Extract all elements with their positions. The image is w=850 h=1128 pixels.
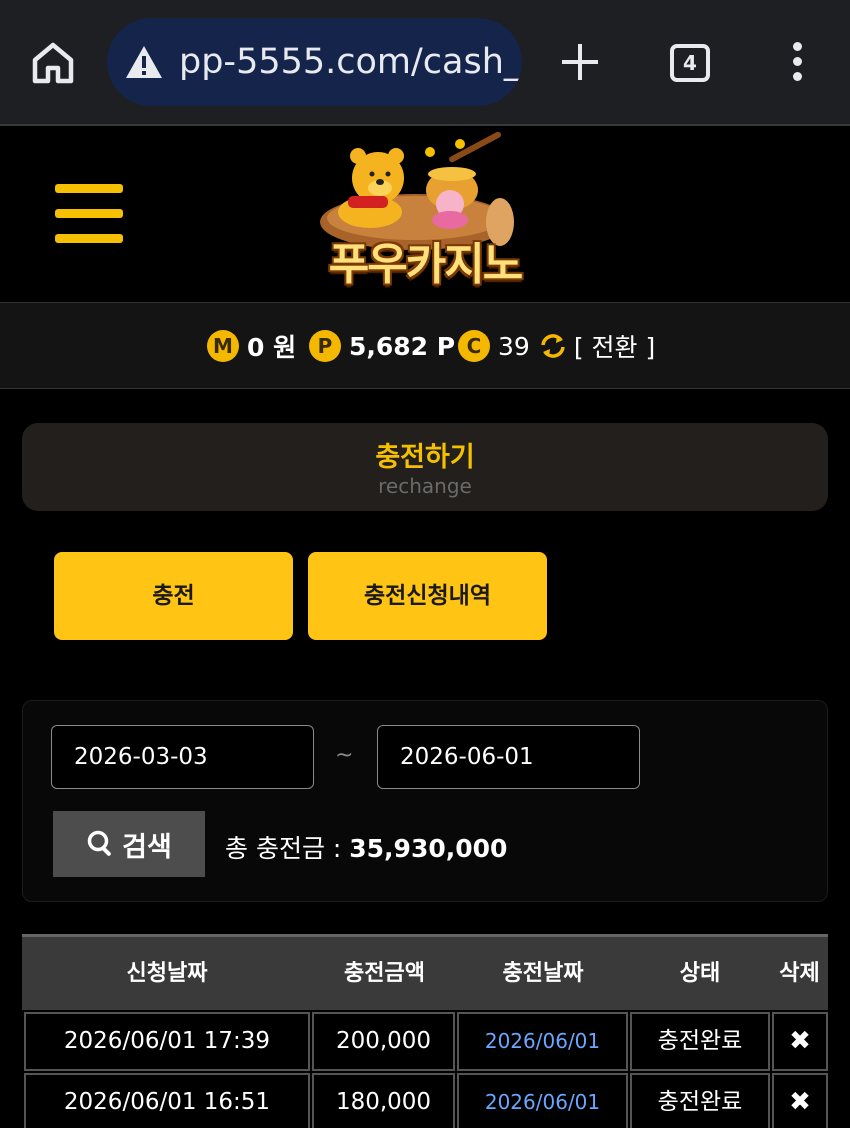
status-cell: 충전완료 [630, 1012, 770, 1071]
more-menu-icon[interactable] [788, 42, 806, 84]
request-date-cell: 2026/06/01 17:39 [24, 1012, 310, 1071]
total-charge-value: 35,930,000 [349, 834, 508, 863]
money-balance-value: 0 원 [247, 333, 297, 362]
column-header: 삭제 [779, 961, 820, 986]
page-subtitle: rechange [378, 474, 472, 498]
browser-toolbar: pp-5555.com/cash_0 4 [0, 0, 850, 126]
charge-date-link[interactable]: 2026/06/01 [457, 1012, 628, 1071]
money-balance: M 0 원 [207, 328, 296, 364]
table-header: 신청날짜 충전금액 충전날짜 상태 삭제 [22, 934, 828, 1010]
refresh-icon[interactable] [538, 331, 568, 361]
warning-icon[interactable] [125, 44, 163, 80]
date-range-separator: ~ [335, 743, 354, 768]
delete-icon[interactable]: ✖ [772, 1073, 828, 1128]
address-bar[interactable]: pp-5555.com/cash_0 [107, 18, 522, 106]
page-title: 충전하기 [375, 442, 475, 473]
casino-balance-value: 39 [498, 331, 530, 361]
url-text: pp-5555.com/cash_0 [179, 42, 522, 82]
tab-switcher-button[interactable]: 4 [670, 44, 710, 82]
search-icon [87, 830, 111, 856]
point-balance-value: 5,682 P [349, 331, 456, 361]
new-tab-icon[interactable] [560, 42, 600, 82]
total-charge: 총 충전금 : 35,930,000 [225, 829, 507, 865]
page-title-card: 충전하기 rechange [22, 423, 828, 511]
date-from-input[interactable] [51, 725, 314, 789]
casino-balance: C 39 [ 전환 ] [458, 328, 655, 364]
column-header: 신청날짜 [126, 961, 208, 986]
amount-cell: 180,000 [312, 1073, 455, 1128]
column-header: 충전날짜 [502, 961, 584, 986]
search-panel: ~ 검색 총 충전금 : 35,930,000 [22, 700, 828, 902]
delete-icon[interactable]: ✖ [772, 1012, 828, 1071]
balance-bar: M 0 원 P 5,682 P C 39 [ 전환 ] [0, 302, 850, 389]
column-header: 충전금액 [344, 961, 425, 986]
casino-coin-icon: C [458, 330, 490, 362]
money-coin-icon: M [207, 330, 239, 362]
site-header: 푸우카지노 [0, 126, 850, 302]
status-cell: 충전완료 [630, 1073, 770, 1128]
tab-charge-history[interactable]: 충전신청내역 [308, 552, 547, 640]
tab-charge[interactable]: 충전 [54, 552, 293, 640]
home-icon[interactable] [30, 40, 76, 86]
column-header: 상태 [679, 961, 721, 986]
date-to-input[interactable] [377, 725, 640, 789]
charge-date-link[interactable]: 2026/06/01 [457, 1073, 628, 1128]
search-button-label: 검색 [122, 831, 172, 863]
point-balance: P 5,682 P [309, 328, 455, 364]
convert-button[interactable]: [ 전환 ] [574, 328, 655, 364]
request-date-cell: 2026/06/01 16:51 [24, 1073, 310, 1128]
total-charge-label: 총 충전금 : [225, 834, 350, 863]
logo-text: 푸우카지노 [328, 239, 523, 290]
hamburger-menu-icon[interactable] [55, 184, 123, 244]
point-coin-icon: P [309, 330, 341, 362]
site-logo[interactable]: 푸우카지노 [300, 130, 550, 292]
search-button[interactable]: 검색 [53, 811, 205, 877]
amount-cell: 200,000 [312, 1012, 455, 1071]
